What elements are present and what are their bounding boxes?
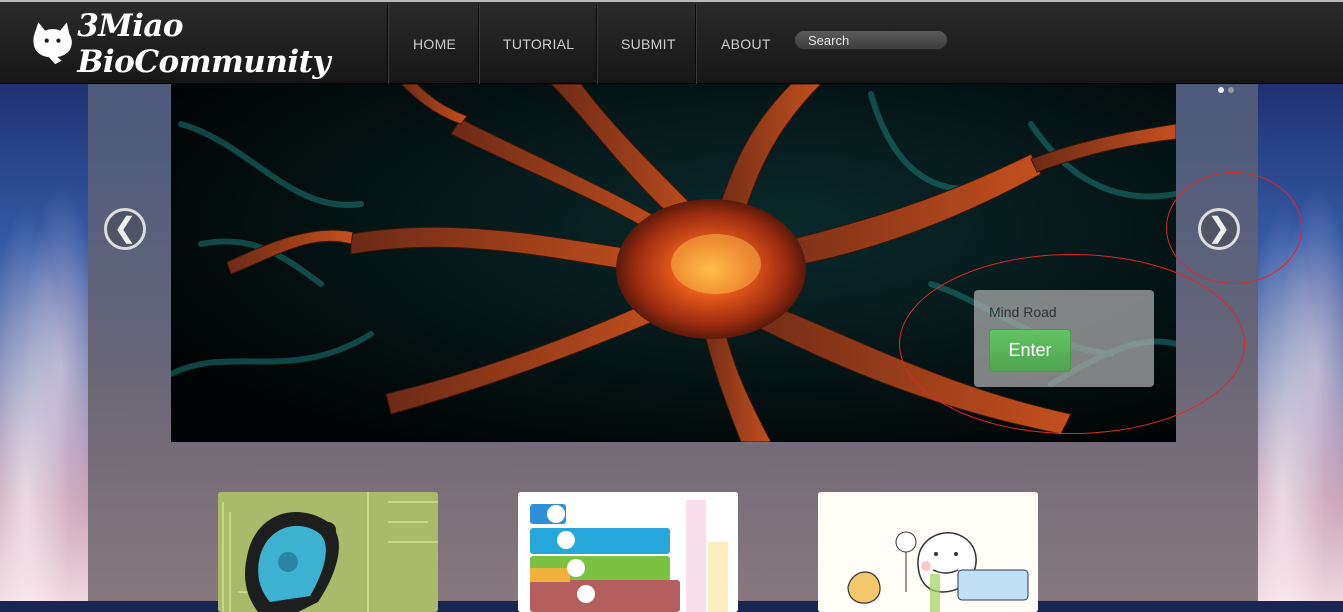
bacteria-circuit-thumbnail bbox=[218, 492, 438, 612]
nav-divider bbox=[387, 4, 389, 86]
nav-divider bbox=[695, 4, 697, 86]
nav-tutorial[interactable]: TUTORIAL bbox=[503, 36, 574, 52]
top-navbar: 3 3Miao BioCommunity HOME TUTORIAL SUBMI… bbox=[0, 0, 1343, 86]
cat-logo-icon: 3 bbox=[33, 22, 72, 67]
thumbnail-card-3[interactable] bbox=[818, 492, 1038, 612]
enter-button[interactable]: Enter bbox=[989, 329, 1071, 372]
chevron-left-icon: ❮ bbox=[113, 212, 137, 243]
brand-logo-link[interactable]: 3 3Miao BioCommunity bbox=[30, 8, 386, 80]
circuit-steps-thumbnail bbox=[518, 492, 738, 612]
carousel-next-button[interactable]: ❯ bbox=[1198, 208, 1240, 250]
nav-submit[interactable]: SUBMIT bbox=[621, 36, 676, 52]
search-input[interactable] bbox=[794, 30, 948, 50]
carousel-indicators[interactable] bbox=[1218, 80, 1238, 98]
nav-divider bbox=[596, 4, 598, 86]
brand-name: 3Miao BioCommunity bbox=[77, 8, 330, 80]
background-sky-left bbox=[0, 84, 88, 601]
chevron-right-icon: ❯ bbox=[1207, 212, 1231, 243]
caption-title: Mind Road bbox=[989, 304, 1057, 320]
thumbnail-card-1[interactable] bbox=[218, 492, 438, 612]
background-sky-right bbox=[1257, 84, 1343, 601]
svg-text:3: 3 bbox=[40, 56, 46, 67]
nav-home[interactable]: HOME bbox=[413, 36, 456, 52]
thumbnail-card-2[interactable] bbox=[518, 492, 738, 612]
carousel-slide-image bbox=[171, 84, 1176, 442]
carousel-indicator-dot[interactable] bbox=[1228, 87, 1234, 93]
carousel-prev-button[interactable]: ❮ bbox=[104, 208, 146, 250]
carousel-caption: Mind Road Enter bbox=[974, 290, 1154, 387]
cartoon-drawing-thumbnail bbox=[818, 492, 1038, 612]
neuron-image bbox=[171, 84, 1176, 442]
nav-divider bbox=[478, 4, 480, 86]
nav-about[interactable]: ABOUT bbox=[721, 36, 771, 52]
carousel-indicator-dot[interactable] bbox=[1218, 87, 1224, 93]
